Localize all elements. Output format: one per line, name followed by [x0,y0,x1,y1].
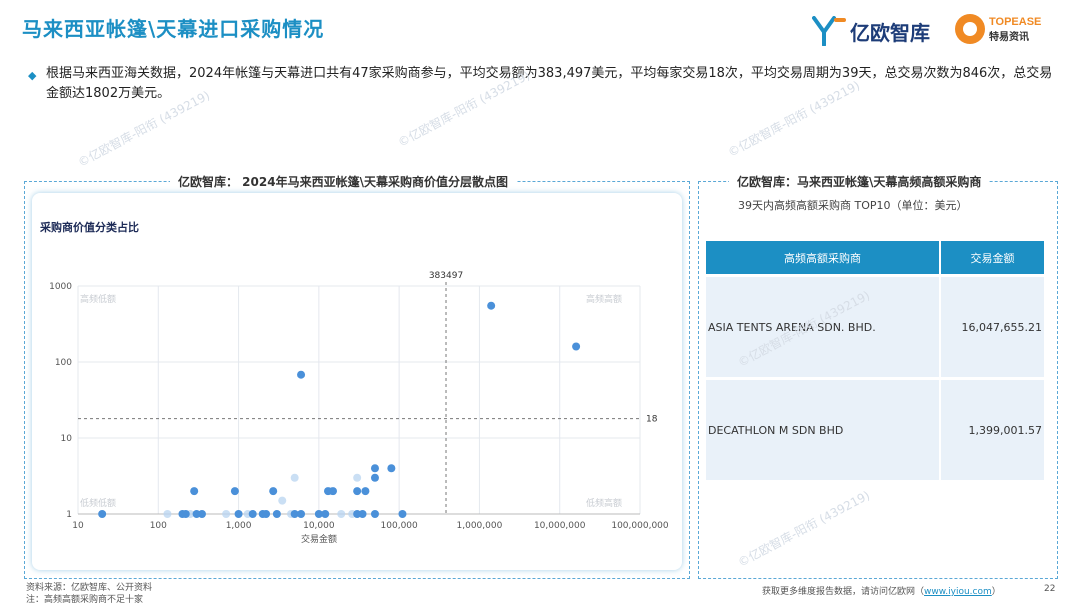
topease-logo-cn: 特易资讯 [989,31,1029,43]
topease-logo: TOPEASE 特易资讯 [955,14,1041,44]
top-buyers-subtitle: 39天内高频高额采购商 TOP10（单位：美元） [738,199,968,212]
top-buyers-panel-title: 亿欧智库：马来西亚帐篷\天幕高频高额采购商 [729,173,990,190]
page-title: 马来西亚帐篷\天幕进口采购情况 [22,17,325,41]
footer-more: 获取更多维度报告数据，请访问亿欧网（www.iyiou.com） [762,584,1001,597]
yiou-logo: 亿欧智库 [812,16,930,46]
table-header-amount: 交易金额 [940,241,1046,276]
iyiou-link[interactable]: www.iyiou.com [924,587,992,597]
chart-card-title: 采购商价值分类占比 [40,221,139,234]
table-header-buyer: 高频高额采购商 [706,241,941,276]
buyer-name: DECATHLON M SDN BHD [706,377,941,480]
buyer-amount: 16,047,655.21 [940,274,1046,379]
page-number: 22 [1044,584,1056,594]
footer-more-text: 获取更多维度报告数据，请访问亿欧网（ [762,587,925,597]
buyer-amount: 1,399,001.57 [940,377,1046,480]
topease-logo-en: TOPEASE [989,15,1042,28]
chart-card [32,193,682,570]
table-row: DECATHLON M SDN BHD 1,399,001.57 [706,377,1046,480]
footnote: 注：高频高额采购商不足十家 [26,595,144,605]
topease-logo-icon [955,14,985,44]
footer-notes: 资料来源：亿欧智库、公开资料 注：高频高额采购商不足十家 [26,582,152,606]
table-row: ASIA TENTS ARENA SDN. BHD. 16,047,655.21 [706,274,1046,379]
footer-close-paren: ） [991,587,1001,597]
diamond-bullet-icon: ◆ [28,69,37,82]
yiou-logo-icon [812,16,846,46]
source-note: 资料来源：亿欧智库、公开资料 [26,583,153,593]
yiou-logo-text: 亿欧智库 [850,20,930,45]
scatter-panel-title: 亿欧智库： 2024年马来西亚帐篷\天幕采购商价值分层散点图 [170,173,516,190]
table-header-row: 高频高额采购商 交易金额 [706,241,1046,276]
